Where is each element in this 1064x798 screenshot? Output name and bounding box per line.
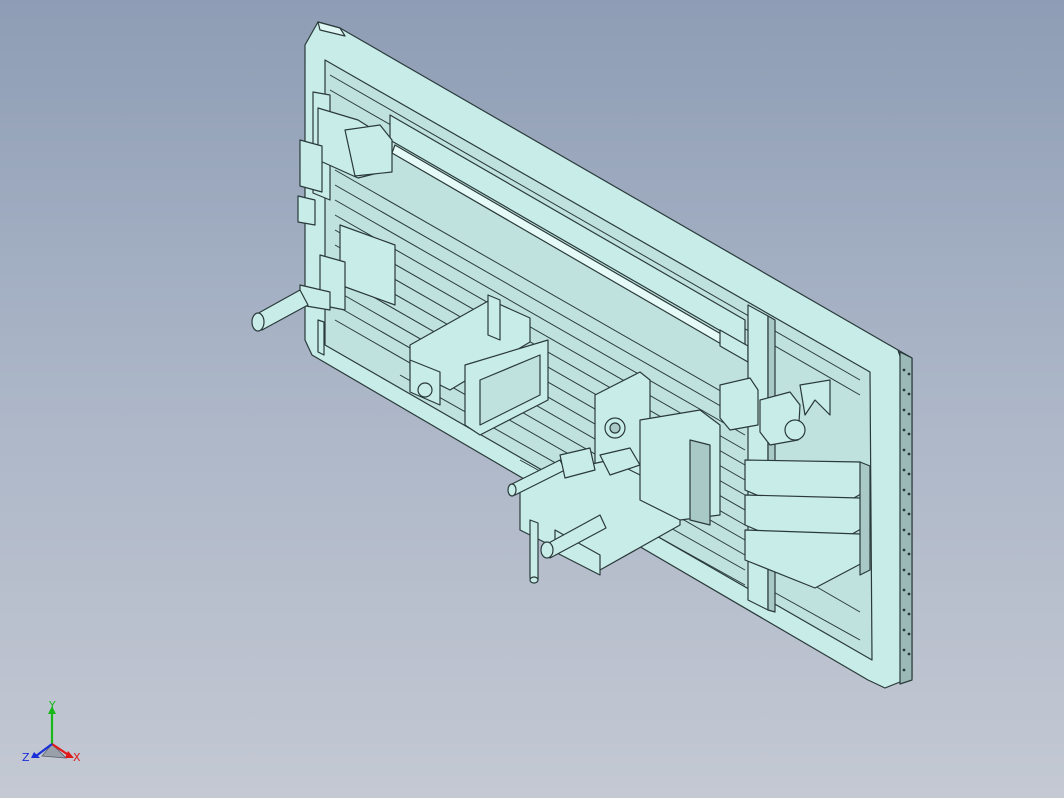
x-axis-label: X: [73, 751, 81, 764]
assembly-model-view[interactable]: [0, 0, 1064, 798]
z-axis-label: Z: [22, 751, 30, 764]
orientation-triad: Y X Z: [22, 700, 81, 764]
cad-viewport[interactable]: Y X Z: [0, 0, 1064, 798]
y-axis-label: Y: [48, 700, 56, 712]
